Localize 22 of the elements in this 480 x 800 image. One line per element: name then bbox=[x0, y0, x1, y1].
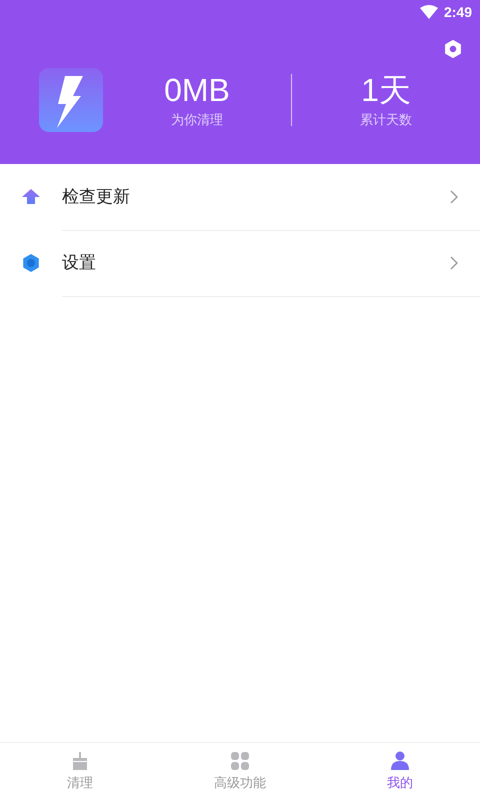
stat-label: 为你清理 bbox=[171, 112, 223, 129]
grid-icon bbox=[230, 751, 250, 771]
status-time: 2:49 bbox=[444, 4, 472, 20]
stat-value: 0MB bbox=[164, 71, 230, 109]
upload-arrow-icon bbox=[21, 187, 41, 207]
nav-tab[interactable]: 清理 bbox=[0, 743, 160, 800]
stat-label: 累计天数 bbox=[360, 112, 412, 129]
person-icon bbox=[390, 751, 410, 771]
settings-icon[interactable] bbox=[444, 40, 462, 58]
menu-item[interactable]: 检查更新 bbox=[0, 164, 480, 230]
menu-item[interactable]: 设置 bbox=[0, 230, 480, 296]
menu-label: 检查更新 bbox=[62, 186, 130, 208]
nav-tab[interactable]: 高级功能 bbox=[160, 743, 320, 800]
stat-value: 1天 bbox=[361, 71, 411, 109]
broom-icon bbox=[70, 751, 90, 771]
chevron-right-icon bbox=[450, 256, 458, 270]
nav-tab[interactable]: 我的 bbox=[320, 743, 480, 800]
chevron-right-icon bbox=[450, 190, 458, 204]
gear-icon bbox=[21, 253, 41, 273]
wifi-icon bbox=[420, 5, 438, 19]
app-logo-icon bbox=[39, 68, 103, 132]
menu-label: 设置 bbox=[62, 252, 96, 274]
